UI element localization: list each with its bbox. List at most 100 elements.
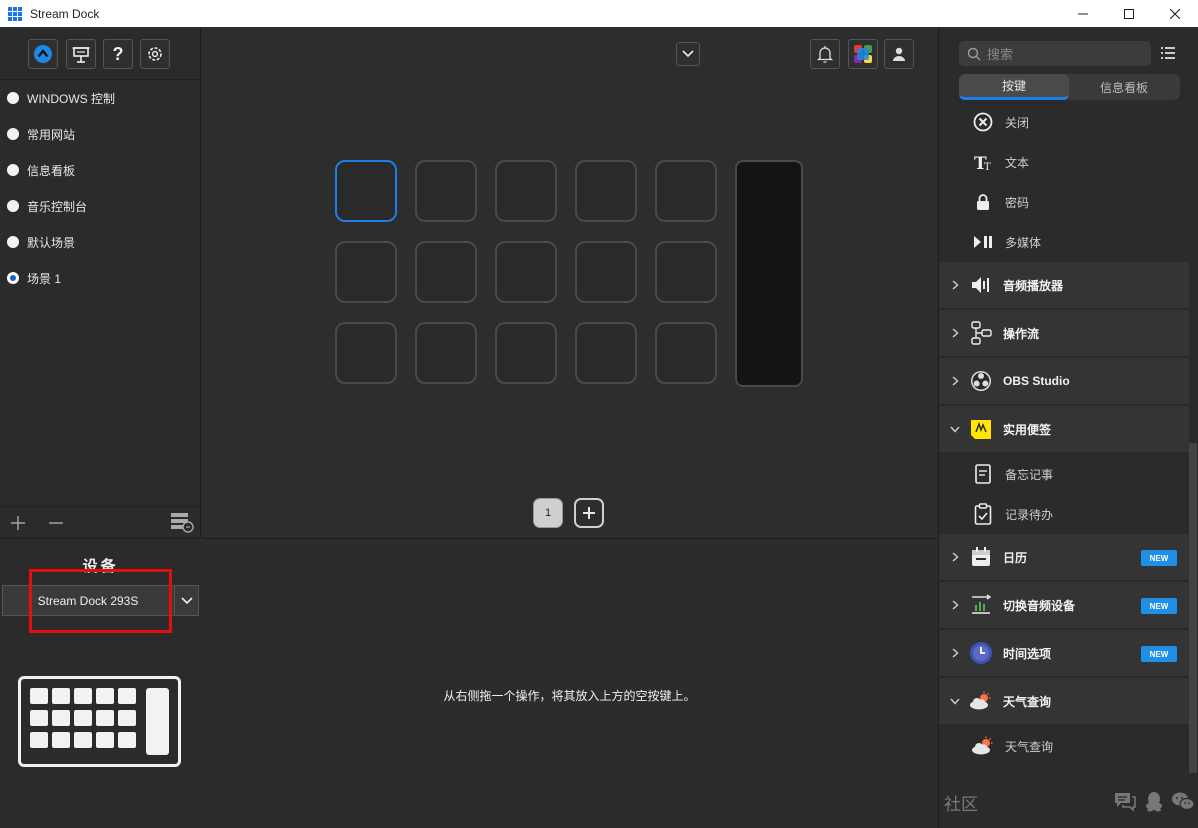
radio-button[interactable] xyxy=(7,272,19,284)
profile-item[interactable]: 音乐控制台 xyxy=(0,188,201,224)
close-window-button[interactable] xyxy=(1152,0,1198,27)
key-slot[interactable] xyxy=(655,160,717,222)
action-category[interactable]: 时间选项 NEW xyxy=(939,630,1189,678)
profile-label: WINDOWS 控制 xyxy=(27,91,115,106)
search-placeholder: 搜索 xyxy=(987,47,1014,62)
key-slot[interactable] xyxy=(415,322,477,384)
chevron-right-icon[interactable] xyxy=(949,280,961,290)
category-label: 实用便签 xyxy=(1003,422,1052,437)
property-inspector: 从右侧拖一个操作，将其放入上方的空按键上。 xyxy=(202,538,937,828)
presentation-button[interactable] xyxy=(66,39,96,69)
profile-list: WINDOWS 控制 常用网站信息看板 音乐控制台 默认场景 场景 1 xyxy=(0,80,201,296)
play-pause-icon xyxy=(971,230,995,254)
key-slot[interactable] xyxy=(415,160,477,222)
tab-dashboard[interactable]: 信息看板 xyxy=(1069,74,1179,100)
profile-item[interactable]: 场景 1 xyxy=(0,260,201,296)
add-page-button[interactable] xyxy=(574,498,604,528)
help-button[interactable]: ? xyxy=(103,39,133,69)
device-select-arrow[interactable] xyxy=(174,586,198,615)
plugin-store-button[interactable] xyxy=(848,39,878,69)
action-category[interactable]: 音频播放器 xyxy=(939,262,1189,310)
key-slot[interactable] xyxy=(655,241,717,303)
profile-item[interactable]: WINDOWS 控制 xyxy=(0,80,201,116)
radio-button[interactable] xyxy=(7,128,19,140)
clock-icon xyxy=(969,641,993,665)
profile-item[interactable]: 常用网站 xyxy=(0,116,201,152)
chevron-down-icon[interactable] xyxy=(949,698,961,705)
action-category[interactable]: 实用便签 xyxy=(939,406,1189,454)
chat-icon[interactable] xyxy=(1113,790,1137,812)
action-item[interactable]: T T 文本 xyxy=(939,142,1189,182)
action-item[interactable]: 多媒体 xyxy=(939,222,1189,262)
search-input[interactable]: 搜索 xyxy=(959,41,1151,66)
profile-item[interactable]: 信息看板 xyxy=(0,152,201,188)
key-slot[interactable] xyxy=(655,322,717,384)
action-item[interactable]: 密码 xyxy=(939,182,1189,222)
action-list-scrollbar[interactable] xyxy=(1189,443,1197,773)
qq-icon[interactable] xyxy=(1143,790,1165,812)
device-layout-key xyxy=(30,732,48,748)
chevron-down-icon xyxy=(682,50,694,58)
action-label: 天气查询 xyxy=(1005,739,1054,754)
key-slot[interactable] xyxy=(495,160,557,222)
settings-button[interactable] xyxy=(140,39,170,69)
device-layout-key xyxy=(74,732,92,748)
community-label: 社区 xyxy=(944,795,978,815)
tab-keys[interactable]: 按键 xyxy=(959,74,1069,100)
device-layout-key xyxy=(118,732,136,748)
action-category[interactable]: 切换音频设备 NEW xyxy=(939,582,1189,630)
key-slot[interactable] xyxy=(335,241,397,303)
action-item[interactable]: 记录待办 xyxy=(939,494,1189,534)
chevron-down-icon[interactable] xyxy=(949,426,961,433)
action-item[interactable]: 天气查询 xyxy=(939,726,1189,766)
minimize-button[interactable] xyxy=(1060,0,1106,27)
add-profile-button[interactable] xyxy=(9,514,27,532)
radio-button[interactable] xyxy=(7,164,19,176)
key-slot[interactable] xyxy=(415,241,477,303)
touch-bar-slot[interactable] xyxy=(735,160,803,387)
key-slot[interactable] xyxy=(495,322,557,384)
device-layout-key xyxy=(74,688,92,704)
action-category[interactable]: 操作流 xyxy=(939,310,1189,358)
remove-profile-button[interactable] xyxy=(47,514,65,532)
wechat-icon[interactable] xyxy=(1171,790,1195,812)
store-button[interactable] xyxy=(28,39,58,69)
profile-manager-button[interactable] xyxy=(170,511,194,533)
action-label: 关闭 xyxy=(1005,115,1030,130)
chevron-right-icon[interactable] xyxy=(949,600,961,610)
key-slot[interactable] xyxy=(335,322,397,384)
radio-button[interactable] xyxy=(7,200,19,212)
radio-button[interactable] xyxy=(7,92,19,104)
action-item[interactable]: 关闭 xyxy=(939,102,1189,142)
action-item[interactable]: 备忘记事 xyxy=(939,454,1189,494)
key-slot[interactable] xyxy=(575,322,637,384)
key-slot[interactable] xyxy=(335,160,397,222)
key-slot[interactable] xyxy=(495,241,557,303)
window-title: Stream Dock xyxy=(30,6,100,21)
maximize-button[interactable] xyxy=(1106,0,1152,27)
list-view-button[interactable] xyxy=(1160,45,1176,64)
plus-icon xyxy=(11,516,25,530)
account-button[interactable] xyxy=(884,39,914,69)
radio-button[interactable] xyxy=(7,236,19,248)
action-label: 多媒体 xyxy=(1005,235,1042,250)
action-label: 文本 xyxy=(1005,155,1030,170)
chevron-right-icon[interactable] xyxy=(949,328,961,338)
key-slot[interactable] xyxy=(575,160,637,222)
key-slot[interactable] xyxy=(575,241,637,303)
highlight-box xyxy=(29,569,172,633)
device-dropdown-button[interactable] xyxy=(676,42,700,66)
action-category[interactable]: OBS Studio xyxy=(939,358,1189,406)
notifications-button[interactable] xyxy=(810,39,840,69)
chevron-right-icon[interactable] xyxy=(949,552,961,562)
action-category[interactable]: 天气查询 xyxy=(939,678,1189,726)
category-label: OBS Studio xyxy=(1003,374,1070,388)
profile-label: 常用网站 xyxy=(27,127,76,142)
page-1-button[interactable]: 1 xyxy=(533,498,563,528)
chevron-right-icon[interactable] xyxy=(949,648,961,658)
chevron-right-icon[interactable] xyxy=(949,376,961,386)
key-layout-area: 1 xyxy=(202,28,937,538)
profile-item[interactable]: 默认场景 xyxy=(0,224,201,260)
profile-sidebar: ? WINDOWS 控制 常用网站 信息看板 音乐控制台 默认场景 场景 1 设备 Str… xyxy=(0,28,201,828)
action-category[interactable]: 日历 NEW xyxy=(939,534,1189,582)
